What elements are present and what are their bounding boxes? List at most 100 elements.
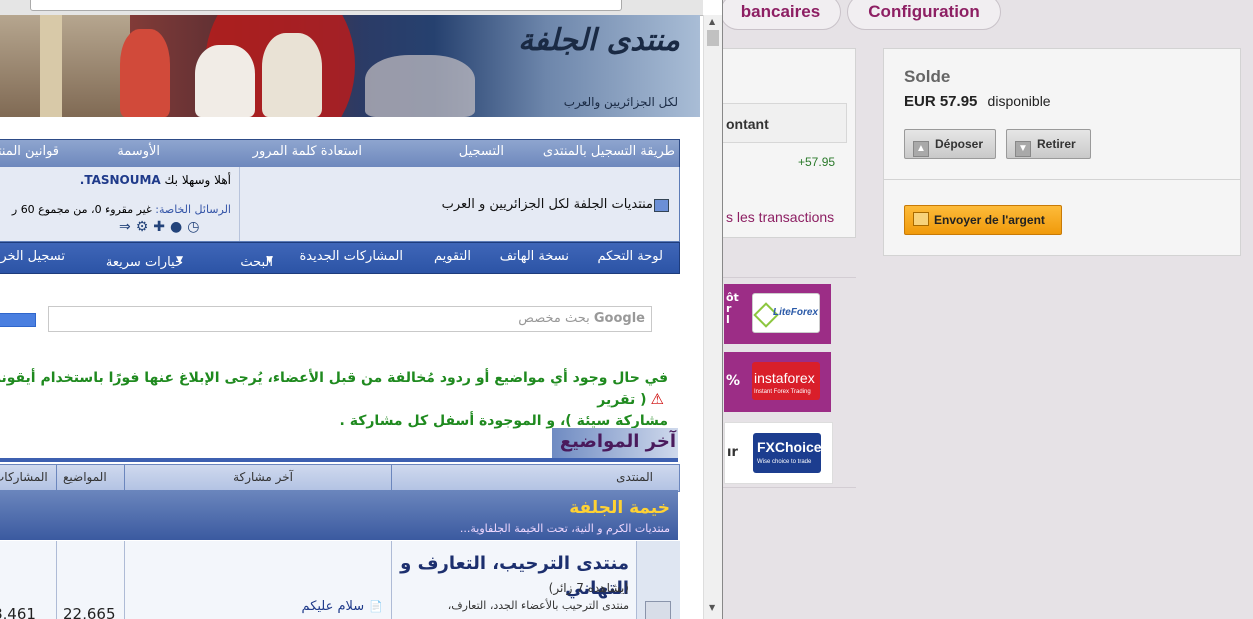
banner-mosque [0,15,130,117]
divider [0,458,678,462]
add-friend-icon[interactable]: ✚ [153,219,170,235]
last-post-title[interactable]: سلام عليكم [302,599,365,614]
nav-rules[interactable]: قوانين المنتدى [0,144,59,159]
last-post[interactable]: سلام عليكم 📄 [302,595,383,614]
divider [884,179,1240,180]
instaforex-brand: instaforex [754,370,815,386]
forum-viewers: (يشاهده 7 زائر) [548,581,629,595]
arrow-up-icon: ▲ [913,141,929,157]
forum-row: منتدى الترحيب، التعارف و التهاني (يشاهده… [0,541,680,619]
liteforex-logo: LiteForex [752,293,820,333]
ad-side-text: ır [727,445,738,460]
forum-window: منتدى الجلفة لكل الجزائريين والعرب طريقة… [0,0,723,619]
username-link[interactable]: TASNOUMA. [80,173,161,187]
warning-text: في حال وجود أي مواضيع أو ردود مُخالفة من… [0,370,668,386]
nav-recover-password[interactable]: استعادة كلمة المرور [253,144,362,159]
montant-value: +57.95 [798,155,836,169]
envelope-icon [913,212,929,226]
forum-logo[interactable]: منتدى الجلفة [518,23,680,58]
category-title[interactable]: خيمة الجلفة [569,498,670,518]
browser-toolbar [0,0,703,16]
google-search-input[interactable]: Google بحث مخصص [48,306,652,332]
forum-banner: منتدى الجلفة لكل الجزائريين والعرب [0,15,700,117]
search-button[interactable] [0,313,36,327]
forum-logo-subtitle: لكل الجزائريين والعرب [563,95,678,109]
ad-fxchoice[interactable]: ır FXChoice Wise choice to trade [724,422,833,484]
warning-triangle-icon: ⚠ [650,390,664,408]
post-icon: 📄 [369,600,383,613]
category-subtitle: منتديات الكرم و النية، تحت الخيمة الجلفا… [459,522,670,535]
banner-minaret [40,15,62,117]
banner-girl-figure [195,45,255,117]
ad-side-text: ôt r l [726,291,739,326]
nav-register[interactable]: التسجيل [459,144,504,159]
balance-value: EUR 57.95 [904,93,978,110]
latest-topics-label: آخر المواضيع [559,431,676,452]
scroll-up-icon[interactable]: ▲ [709,17,715,26]
col-last-post: آخر مشاركة [233,470,293,484]
nav-logout[interactable]: تسجيل الخروج [0,249,65,264]
logout-icon[interactable]: ⇒ [119,219,136,235]
chevron-down-icon: ▼ [176,255,183,265]
gear-icon[interactable]: ⚙ [136,219,154,235]
scrollbar-thumb[interactable] [707,30,719,46]
divider [124,541,125,619]
posts-count: 8,461 [0,605,36,619]
banner-man-figure [262,33,322,117]
divider [391,465,392,491]
balance-available: disponible [987,93,1051,109]
divider [722,277,856,278]
chevron-down-icon: ▼ [266,255,273,265]
balance-card: Solde EUR 57.95 disponible ▲ Déposer ▼ Ret… [883,48,1241,256]
fxchoice-logo: FXChoice Wise choice to trade [753,433,822,473]
arrow-down-icon: ▼ [1015,141,1031,157]
nav-registration-guide[interactable]: طريقة التسجيل بالمنتدى [543,144,675,159]
ad-instaforex[interactable]: % instaforex Instant Forex Trading [724,352,831,412]
col-forum: المنتدى [616,470,653,484]
send-money-button[interactable]: Envoyer de l'argent [904,205,1062,235]
ad-liteforex[interactable]: ôt r l LiteForex [724,284,831,344]
google-logo: Google [593,311,645,326]
user-tools: ⇒⚙✚●◷ [119,219,204,235]
address-bar[interactable] [30,0,622,11]
balance-amount: EUR 57.95 disponible [904,93,1051,110]
greeting-text: أهلا وسهلا بك [164,173,231,187]
warning-text-c: مشاركة سيئة )، و الموجودة أسفل كل مشاركة… [339,413,668,429]
nav-mobile-version[interactable]: نسخة الهاتف [500,249,569,264]
nav-new-posts[interactable]: المشاركات الجديدة [300,249,404,264]
tab-configuration[interactable]: Configuration [847,0,1001,30]
category-row[interactable]: خيمة الجلفة منتديات الكرم و النية، تحت ا… [0,490,678,540]
tab-bancaires[interactable]: bancaires [720,0,841,30]
nav-badges[interactable]: الأوسمة [117,144,160,159]
instaforex-logo: instaforex Instant Forex Trading [752,362,820,400]
balance-title: Solde [904,67,951,86]
pm-line: الرسائل الخاصة: غير مقروء 0، من مجموع 60… [1,203,231,216]
montant-label: ontant [726,116,769,132]
withdraw-button[interactable]: ▼ Retirer [1006,129,1091,159]
pm-status: غير مقروء 0، من مجموع 60 ر [11,203,152,216]
pm-label[interactable]: الرسائل الخاصة: [155,203,231,216]
nav-control-panel[interactable]: لوحة التحكم [597,249,663,264]
nav-calendar[interactable]: التقويم [434,249,471,264]
deposit-button[interactable]: ▲ Déposer [904,129,996,159]
fxchoice-tagline: Wise choice to trade [757,459,812,465]
topics-count: 22,665 [63,605,116,619]
chat-icon[interactable]: ● [170,219,187,235]
liteforex-brand: LiteForex [773,307,819,318]
clock-icon[interactable]: ◷ [187,219,204,235]
withdraw-label: Retirer [1037,137,1076,151]
all-transactions-link[interactable]: s les transactions [726,209,834,225]
search-placeholder: Google بحث مخصص [518,311,645,326]
top-navigation: طريقة التسجيل بالمنتدى التسجيل استعادة ك… [0,139,680,168]
instaforex-tagline: Instant Forex Trading [754,389,811,395]
scroll-down-icon[interactable]: ▼ [709,603,715,612]
latest-topics-header[interactable]: آخر المواضيع [552,428,678,458]
nav-quick-options-label: خيارات سريعة [105,255,183,270]
ad-side-text: % [726,373,741,389]
deposit-label: Déposer [935,137,984,151]
col-topics: المواضيع [63,470,107,484]
site-title: منتديات الجلفة لكل الجزائريين و العرب [441,197,653,212]
send-money-label: Envoyer de l'argent [934,213,1045,227]
forum-table-header: المنتدى آخر مشاركة المواضيع المشاركات [0,464,680,492]
scrollbar[interactable]: ▲ ▼ [703,15,722,619]
